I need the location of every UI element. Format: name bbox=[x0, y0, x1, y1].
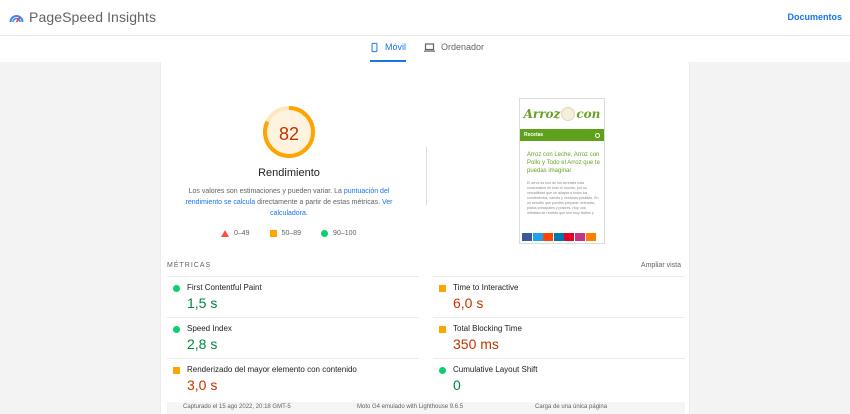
legend-item-average: 50–89 bbox=[269, 230, 302, 237]
site-body: El arroz es uno de los cereales más cons… bbox=[527, 181, 599, 215]
brand-right: con bbox=[576, 107, 601, 121]
square-icon bbox=[439, 326, 446, 333]
plate-icon bbox=[561, 107, 576, 121]
share-button-icon bbox=[532, 233, 543, 241]
legend-item-good: 90–100 bbox=[321, 230, 356, 237]
circle-icon bbox=[173, 285, 180, 292]
desc-text: . bbox=[305, 210, 308, 217]
site-nav-label: Recetas bbox=[524, 132, 544, 138]
divider bbox=[167, 317, 419, 318]
device-tabs: Móvil Ordenador bbox=[0, 36, 850, 62]
device-info: Moto G4 emulado with Lighthouse 9.6.5 bbox=[357, 404, 464, 410]
captured-time: Capturado el 15 ago 2022, 20:18 GMT-5 bbox=[183, 404, 291, 410]
tab-mobile[interactable]: Móvil bbox=[370, 42, 406, 62]
divider bbox=[167, 358, 419, 359]
performance-title: Rendimiento bbox=[258, 167, 320, 179]
tab-desktop[interactable]: Ordenador bbox=[424, 42, 484, 62]
divider bbox=[433, 358, 685, 359]
share-button-icon bbox=[585, 233, 596, 241]
pagespeed-logo-icon bbox=[9, 15, 24, 23]
site-logo: Arroz con bbox=[520, 99, 604, 129]
tab-label: Móvil bbox=[384, 42, 406, 52]
metric-label: Speed Index bbox=[187, 324, 232, 333]
metric-label: Renderizado del mayor elemento con conte… bbox=[187, 365, 357, 374]
page-screenshot: Arroz con Recetas Arroz con Leche, Arroz… bbox=[519, 98, 605, 244]
divider bbox=[167, 276, 419, 277]
metric-value: 1,5 s bbox=[187, 295, 218, 311]
circle-icon bbox=[439, 367, 446, 374]
metric-value: 350 ms bbox=[453, 336, 499, 352]
tab-label: Ordenador bbox=[441, 42, 485, 52]
run-info-strip: Capturado el 15 ago 2022, 20:18 GMT-5 Mo… bbox=[167, 402, 685, 414]
share-button-icon bbox=[564, 233, 575, 241]
docs-link[interactable]: Documentos bbox=[787, 12, 842, 22]
legend-range: 50–89 bbox=[281, 230, 302, 237]
metric-label: Total Blocking Time bbox=[453, 324, 522, 333]
top-bar: PageSpeed Insights Documentos bbox=[0, 0, 850, 36]
app-title: PageSpeed Insights bbox=[29, 9, 157, 25]
brand-left: Arroz bbox=[523, 107, 561, 121]
site-nav: Recetas bbox=[520, 129, 604, 141]
metric-label: First Contentful Paint bbox=[187, 283, 262, 292]
share-button-icon bbox=[553, 233, 564, 241]
metric-label: Time to Interactive bbox=[453, 283, 519, 292]
metric-value: 0 bbox=[453, 377, 461, 393]
search-icon bbox=[595, 132, 600, 138]
logo[interactable]: PageSpeed Insights bbox=[9, 9, 156, 25]
triangle-icon bbox=[221, 230, 229, 237]
expand-view-toggle[interactable]: Ampliar vista bbox=[641, 262, 681, 269]
share-button-icon bbox=[574, 233, 585, 241]
desc-text: Los valores son estimaciones y pueden va… bbox=[188, 188, 342, 195]
metric-value: 2,8 s bbox=[187, 336, 218, 352]
metric-value: 6,0 s bbox=[453, 295, 484, 311]
square-icon bbox=[439, 285, 446, 292]
circle-icon bbox=[173, 326, 180, 333]
phone-icon bbox=[371, 42, 378, 53]
site-headline: Arroz con Leche, Arroz con Pollo y Todo … bbox=[527, 152, 600, 174]
performance-description: Los valores son estimaciones y pueden va… bbox=[185, 186, 393, 219]
legend-range: 0–49 bbox=[234, 230, 250, 237]
circle-icon bbox=[321, 230, 329, 237]
metric-value: 3,0 s bbox=[187, 377, 218, 393]
square-icon bbox=[269, 230, 277, 237]
legend-range: 90–100 bbox=[333, 230, 357, 237]
social-buttons bbox=[522, 233, 596, 241]
legend-item-poor: 0–49 bbox=[221, 230, 250, 237]
performance-score: 82 bbox=[278, 124, 300, 144]
square-icon bbox=[173, 367, 180, 374]
divider bbox=[426, 147, 427, 205]
score-legend: 0–49 50–89 90–100 bbox=[221, 230, 376, 237]
laptop-icon bbox=[424, 43, 435, 52]
metric-label: Cumulative Layout Shift bbox=[453, 365, 538, 374]
metrics-heading: MÉTRICAS bbox=[167, 262, 212, 269]
report-card: 82 Rendimiento Los valores son estimacio… bbox=[160, 62, 690, 414]
share-button-icon bbox=[543, 233, 554, 241]
share-button-icon bbox=[522, 233, 532, 241]
divider bbox=[433, 317, 685, 318]
desc-text: directamente a partir de estas métricas. bbox=[257, 199, 381, 206]
divider bbox=[433, 276, 685, 277]
session-info: Carga de una única página bbox=[535, 404, 608, 410]
